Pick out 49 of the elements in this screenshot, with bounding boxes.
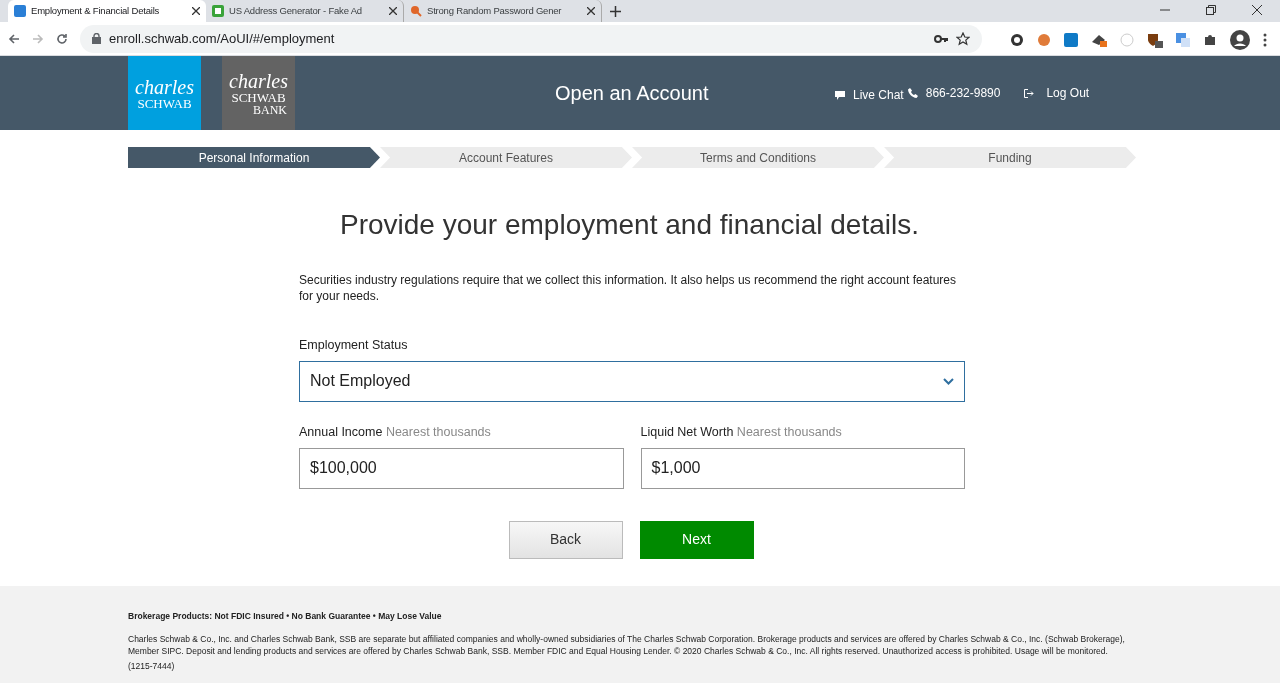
menu-icon[interactable] [1263, 33, 1267, 47]
close-icon[interactable] [587, 7, 595, 15]
lock-icon [92, 33, 101, 44]
site-icon [14, 5, 26, 17]
chevron-down-icon [943, 377, 954, 385]
page-title: Open an Account [555, 81, 710, 106]
intro-text: Securities industry regulations require that we collect this information. It also helps us recommend the right account features for your needs. [299, 272, 957, 304]
phone-link[interactable]: 866-232-9890 [907, 84, 1001, 102]
amount-field[interactable]: $1,000 [640, 447, 965, 489]
logout-link[interactable]: Log Out [1024, 84, 1090, 102]
disclosure-text: Brokerage Products: Not FDIC Insured • No Bank Guarantee • May Lose Value [128, 610, 443, 623]
progress-step: Funding [884, 147, 1136, 168]
key-icon[interactable] [934, 34, 948, 43]
close-icon[interactable] [389, 7, 397, 15]
amount-field[interactable]: $100,000 [299, 447, 624, 489]
close-icon[interactable] [1252, 5, 1262, 15]
back-button[interactable]: Back [508, 520, 623, 559]
site-icon [212, 5, 224, 17]
progress-step: Terms and Conditions [632, 147, 884, 168]
progress-step: Personal Information [128, 147, 380, 168]
legal-text: Charles Schwab & Co., Inc. and Charles Schwab Bank, SSB are separate but affiliated companies and wholly-owned subsidiaries of The Charles Schwab Corporation. Brokerage products and services are offered by Charles Schwab & Co., Inc. (Schwab Brokerage), Member SIPC. Deposit and lending products and services are offered by Charles Schwab Bank, SSB. Member FDIC and Equal Housing Lender. © 2020 Charles Schwab & Co., Inc. All rights reserved. Unauthorized access is prohibited. Usage will be monitored. [128, 632, 1126, 657]
reload-icon[interactable] [56, 32, 68, 45]
extension-icon[interactable] [1147, 32, 1163, 48]
extension-icon[interactable] [1010, 33, 1024, 47]
translate-icon[interactable] [1176, 33, 1190, 47]
profile-icon[interactable] [1230, 30, 1250, 50]
address-bar[interactable]: enroll.schwab.com/AoUI/#/employment [80, 24, 982, 53]
field-label: Liquid Net Worth Nearest thousands [640, 423, 843, 441]
field-label: Annual Income Nearest thousands [299, 423, 492, 441]
logout-icon [1024, 88, 1035, 98]
progress-step: Account Features [380, 147, 632, 168]
code-text: (1215-7444) [128, 659, 176, 673]
logo[interactable]: charles SCHWAB BANK [222, 56, 295, 130]
restore-icon[interactable] [1206, 5, 1216, 15]
chat-icon [835, 90, 845, 100]
new-tab-icon[interactable] [610, 6, 621, 17]
extension-icon[interactable] [1091, 33, 1107, 47]
back-icon[interactable] [8, 32, 20, 45]
url-text: enroll.schwab.com/AoUI/#/employment [109, 29, 335, 48]
live-chat-link[interactable]: Live Chat [835, 86, 904, 104]
phone-icon [907, 88, 918, 98]
employment-status-select[interactable]: Not Employed [299, 360, 965, 402]
browser-tab[interactable]: Employment & Financial Details [8, 0, 206, 22]
field-label: Employment Status [299, 337, 409, 354]
next-button[interactable]: Next [639, 520, 754, 559]
site-icon [410, 5, 422, 17]
star-icon[interactable] [956, 31, 970, 46]
close-icon[interactable] [192, 7, 200, 15]
form-heading: Provide your employment and financial details. [340, 208, 920, 242]
